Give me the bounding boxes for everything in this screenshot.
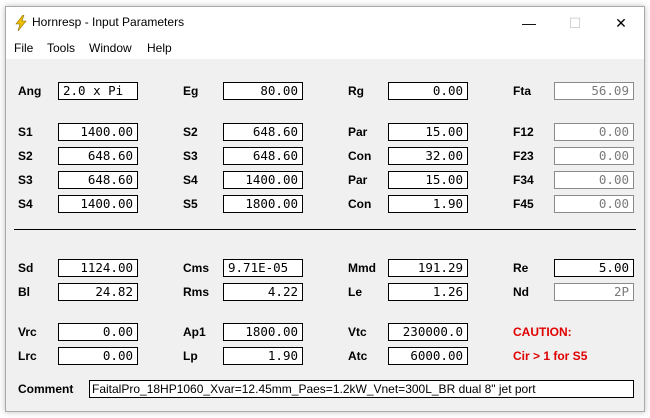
label-le: Le	[348, 285, 363, 299]
menu-tools[interactable]: Tools	[47, 41, 75, 55]
vrc-field[interactable]: 0.00	[58, 323, 138, 341]
label-f45: F45	[513, 197, 534, 211]
le-field[interactable]: 1.26	[388, 283, 468, 301]
label-comment: Comment	[18, 382, 74, 396]
s1-field[interactable]: 1400.00	[58, 123, 138, 141]
f45-field: 0.00	[554, 195, 634, 213]
par-1-field[interactable]: 15.00	[388, 123, 468, 141]
lightning-icon	[15, 15, 27, 31]
menu-window[interactable]: Window	[89, 41, 132, 55]
window-title: Hornresp - Input Parameters	[32, 15, 185, 29]
s3-field[interactable]: 648.60	[223, 147, 303, 165]
label-fta: Fta	[513, 84, 531, 98]
label-par-1: Par	[348, 125, 368, 139]
label-s4: S4	[183, 173, 198, 187]
re-field[interactable]: 5.00	[554, 259, 634, 277]
fta-field: 56.09	[554, 82, 634, 100]
label-s2: S2	[183, 125, 198, 139]
sd-field[interactable]: 1124.00	[58, 259, 138, 277]
label-re: Re	[513, 261, 529, 275]
label-lp: Lp	[183, 349, 198, 363]
caution-title: CAUTION:	[513, 325, 572, 339]
ang-field[interactable]: 2.0 x Pi	[58, 82, 138, 100]
con-2-field[interactable]: 1.90	[388, 195, 468, 213]
label-f23: F23	[513, 149, 534, 163]
maximize-icon: ☐	[568, 14, 582, 31]
label-sd: Sd	[18, 261, 34, 275]
label-con-1: Con	[348, 149, 372, 163]
menu-help[interactable]: Help	[147, 41, 172, 55]
label-f12: F12	[513, 125, 534, 139]
con-1-field[interactable]: 32.00	[388, 147, 468, 165]
caution-message: Cir > 1 for S5	[513, 349, 588, 363]
s3-left-field[interactable]: 648.60	[58, 171, 138, 189]
menu-file[interactable]: File	[14, 41, 33, 55]
f12-field: 0.00	[554, 123, 634, 141]
input-parameters-panel: Ang 2.0 x Pi Eg 80.00 Rg 0.00 Fta 56.09 …	[6, 59, 644, 411]
close-icon: ✕	[615, 14, 627, 31]
rg-field[interactable]: 0.00	[388, 82, 468, 100]
label-cms: Cms	[183, 261, 210, 275]
minimize-button[interactable]: —	[506, 7, 552, 39]
bl-field[interactable]: 24.82	[58, 283, 138, 301]
label-ap1: Ap1	[183, 325, 206, 339]
par-2-field[interactable]: 15.00	[388, 171, 468, 189]
label-vrc: Vrc	[18, 325, 37, 339]
section-divider	[14, 229, 636, 230]
vtc-field[interactable]: 230000.0	[388, 323, 468, 341]
label-f34: F34	[513, 173, 534, 187]
s5-field[interactable]: 1800.00	[223, 195, 303, 213]
minimize-icon: —	[522, 15, 536, 31]
label-ang: Ang	[18, 84, 42, 98]
f34-field: 0.00	[554, 171, 634, 189]
rms-field[interactable]: 4.22	[223, 283, 303, 301]
label-rms: Rms	[183, 285, 210, 299]
label-s1: S1	[18, 125, 33, 139]
lp-field[interactable]: 1.90	[223, 347, 303, 365]
label-eg: Eg	[183, 84, 199, 98]
label-s3: S3	[183, 149, 198, 163]
s4-left-field[interactable]: 1400.00	[58, 195, 138, 213]
label-rg: Rg	[348, 84, 364, 98]
label-vtc: Vtc	[348, 325, 367, 339]
label-nd: Nd	[513, 285, 529, 299]
s4-field[interactable]: 1400.00	[223, 171, 303, 189]
cms-field[interactable]: 9.71E-05	[223, 259, 303, 277]
ap1-field[interactable]: 1800.00	[223, 323, 303, 341]
label-bl: Bl	[18, 285, 30, 299]
label-s3-left: S3	[18, 173, 33, 187]
close-button[interactable]: ✕	[598, 7, 644, 39]
eg-field[interactable]: 80.00	[223, 82, 303, 100]
lrc-field[interactable]: 0.00	[58, 347, 138, 365]
maximize-button[interactable]: ☐	[552, 7, 598, 39]
label-mmd: Mmd	[348, 261, 376, 275]
menu-bar: File Tools Window Help	[6, 39, 644, 59]
comment-field[interactable]: FaitalPro_18HP1060_Xvar=12.45mm_Paes=1.2…	[89, 380, 634, 398]
mmd-field[interactable]: 191.29	[388, 259, 468, 277]
label-atc: Atc	[348, 349, 368, 363]
label-s5: S5	[183, 197, 198, 211]
nd-field: 2P	[554, 283, 634, 301]
label-lrc: Lrc	[18, 349, 37, 363]
label-par-2: Par	[348, 173, 368, 187]
atc-field[interactable]: 6000.00	[388, 347, 468, 365]
f23-field: 0.00	[554, 147, 634, 165]
label-s4-left: S4	[18, 197, 33, 211]
title-bar[interactable]: Hornresp - Input Parameters — ☐ ✕	[6, 7, 644, 39]
label-con-2: Con	[348, 197, 372, 211]
s2-left-field[interactable]: 648.60	[58, 147, 138, 165]
label-s2-left: S2	[18, 149, 33, 163]
hornresp-window: Hornresp - Input Parameters — ☐ ✕ File T…	[5, 6, 645, 412]
s2-field[interactable]: 648.60	[223, 123, 303, 141]
